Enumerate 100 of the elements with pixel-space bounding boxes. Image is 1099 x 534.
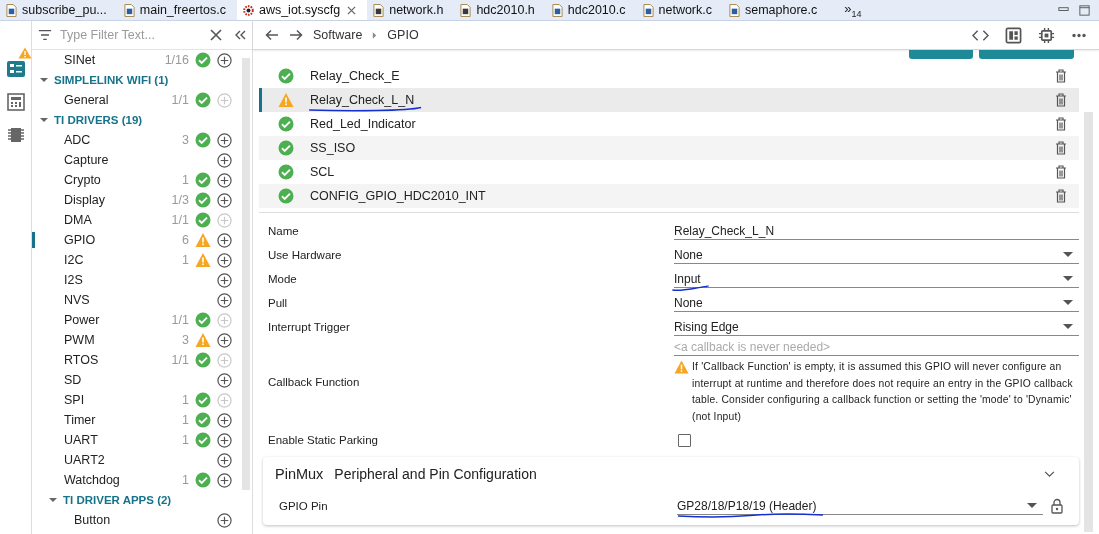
module-item[interactable]: UART2 [64, 453, 105, 467]
list-settings-icon[interactable] [5, 59, 26, 79]
editor-tab[interactable]: network.c [636, 0, 723, 20]
editor-tab[interactable]: semaphore.c [723, 0, 829, 20]
dropdown[interactable]: None [674, 246, 1079, 264]
collapse-icon[interactable] [234, 29, 246, 41]
delete-icon[interactable] [1055, 117, 1067, 131]
add-icon[interactable] [217, 192, 232, 208]
module-item[interactable]: SPI [64, 393, 85, 407]
add-icon[interactable] [217, 232, 232, 248]
module-item[interactable]: UART [64, 433, 98, 447]
module-item[interactable]: General [64, 93, 109, 107]
back-arrow-icon[interactable] [265, 29, 279, 41]
maximize-icon[interactable] [1078, 3, 1091, 17]
forward-arrow-icon[interactable] [289, 29, 303, 41]
module-item[interactable]: NVS [64, 293, 90, 307]
c-file-icon [551, 3, 563, 17]
editor-tab[interactable]: hdc2010.h [454, 0, 546, 20]
caret-icon[interactable] [40, 116, 48, 124]
add-icon[interactable] [217, 292, 232, 308]
editor-tab[interactable]: network.h [367, 0, 455, 20]
module-item[interactable]: SD [64, 373, 82, 387]
module-item[interactable]: Capture [64, 153, 109, 167]
category-header[interactable]: TI DRIVER APPS (2) [63, 494, 172, 506]
breadcrumb-link[interactable]: Software [313, 28, 363, 42]
card-title: PinMux [275, 466, 324, 482]
editor-tab[interactable]: hdc2010.c [545, 0, 637, 20]
tab-overflow-button[interactable]: »$_{14}$ [844, 1, 862, 19]
module-item[interactable]: RTOS [64, 353, 99, 367]
module-item[interactable]: Crypto [64, 173, 101, 187]
module-item[interactable]: Button [74, 513, 111, 527]
dropdown[interactable]: Rising Edge [674, 318, 1079, 336]
instance-count: 1/16 [164, 53, 189, 67]
scrollbar[interactable] [1084, 112, 1093, 532]
dropdown[interactable]: None [674, 294, 1079, 312]
dropdown[interactable]: Input [674, 270, 1079, 288]
delete-icon[interactable] [1055, 69, 1067, 83]
board-icon[interactable] [1005, 26, 1022, 44]
module-item[interactable]: SINet [64, 53, 96, 67]
add-icon[interactable] [217, 452, 232, 468]
add-icon[interactable] [217, 512, 232, 528]
editor-tab[interactable]: aws_iot.syscfg [236, 0, 368, 20]
editor-tab[interactable]: main_freertos.c [117, 0, 237, 20]
chip-icon[interactable] [5, 125, 26, 145]
add-icon[interactable] [217, 472, 232, 488]
delete-icon[interactable] [1055, 141, 1067, 155]
add-icon[interactable] [217, 132, 232, 148]
module-item[interactable]: I2S [64, 273, 83, 287]
instance-row[interactable]: CONFIG_GPIO_HDC2010_INT [259, 184, 1079, 208]
caret-icon[interactable] [40, 76, 48, 84]
filter-icon[interactable] [38, 29, 52, 41]
instance-count: 1 [182, 253, 189, 267]
module-item[interactable]: ADC [64, 133, 91, 147]
lock-icon[interactable] [1051, 498, 1063, 514]
module-item[interactable]: PWM [64, 333, 95, 347]
add-icon[interactable] [217, 252, 232, 268]
more-icon[interactable] [1071, 32, 1087, 38]
close-icon[interactable] [347, 5, 357, 15]
chip-icon[interactable] [1038, 26, 1055, 44]
add-icon[interactable] [217, 372, 232, 388]
clear-icon[interactable] [210, 29, 222, 41]
calculator-icon[interactable] [5, 92, 26, 112]
add-icon[interactable] [217, 172, 232, 188]
module-item[interactable]: GPIO [64, 233, 96, 247]
instance-row[interactable]: SCL [259, 160, 1079, 184]
module-item[interactable]: Power [64, 313, 100, 327]
instance-name: SS_ISO [310, 141, 356, 155]
add-icon[interactable] [217, 152, 232, 168]
category-header[interactable]: SIMPLELINK WIFI (1) [54, 74, 169, 86]
instance-row[interactable]: Red_Led_Indicator [259, 112, 1079, 136]
text-field[interactable]: Relay_Check_L_N [674, 222, 1079, 240]
h-file-icon [460, 3, 472, 17]
field-label: Use Hardware [268, 249, 343, 261]
chevron-icon[interactable] [1044, 470, 1055, 478]
breadcrumb-link[interactable]: GPIO [387, 28, 419, 42]
delete-icon[interactable] [1055, 93, 1067, 107]
dropdown-arrow-icon [1063, 275, 1073, 282]
add-icon[interactable] [217, 332, 232, 348]
module-item[interactable]: I2C [64, 253, 84, 267]
add-icon[interactable] [217, 52, 232, 68]
delete-icon[interactable] [1055, 165, 1067, 179]
instance-row[interactable]: Relay_Check_E [259, 64, 1079, 88]
add-icon[interactable] [217, 272, 232, 288]
checkbox[interactable] [678, 433, 691, 447]
module-item[interactable]: DMA [64, 213, 92, 227]
add-icon[interactable] [217, 412, 232, 428]
caret-icon[interactable] [49, 496, 57, 504]
scrollbar[interactable] [242, 58, 250, 490]
filter-field[interactable]: Type Filter Text... [58, 27, 198, 43]
instance-row[interactable]: SS_ISO [259, 136, 1079, 160]
instance-row[interactable]: Relay_Check_L_N [259, 88, 1079, 112]
dropdown[interactable]: GP28/18/P18/19 (Header) [677, 497, 1043, 515]
delete-icon[interactable] [1055, 189, 1067, 203]
module-item[interactable]: Watchdog [64, 473, 120, 487]
category-header[interactable]: TI DRIVERS (19) [54, 114, 143, 126]
editor-tab[interactable]: subscribe_pu... [0, 0, 118, 20]
module-item[interactable]: Timer [64, 413, 96, 427]
module-item[interactable]: Display [64, 193, 105, 207]
text-field[interactable]: <a callback is never needed> [674, 339, 1079, 356]
add-icon[interactable] [217, 432, 232, 448]
